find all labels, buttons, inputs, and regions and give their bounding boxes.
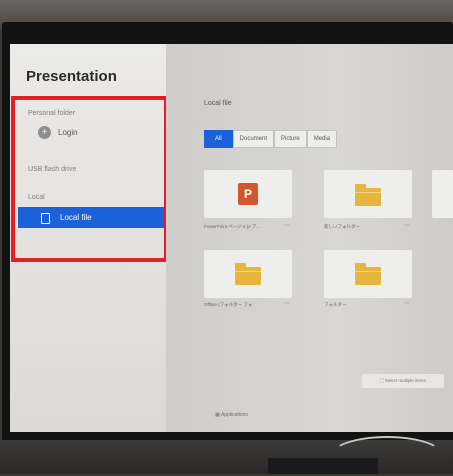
more-options-icon[interactable]: ⋯ <box>284 300 290 307</box>
filter-tab-picture[interactable]: Picture <box>274 130 307 148</box>
select-multiple-label: Select multiple items <box>384 378 426 383</box>
filter-tab-document[interactable]: Document <box>232 130 275 148</box>
cable <box>330 436 444 476</box>
folder-tile[interactable] <box>324 170 412 218</box>
folder-icon <box>355 263 381 285</box>
file-tile-powerpoint[interactable]: P <box>204 170 292 218</box>
file-name: 新しいフォルダー <box>324 224 360 229</box>
applications-label: Applications <box>220 412 248 418</box>
folder-tile-partial[interactable] <box>432 170 453 218</box>
folder-tile[interactable] <box>324 250 412 298</box>
more-options-icon[interactable]: ⋯ <box>404 222 410 229</box>
filter-tab-all[interactable]: All <box>204 130 233 148</box>
main-panel: Local file All Document Picture Media P … <box>166 44 453 432</box>
file-name: PowerPoint ページ 2 (2 ア... <box>204 224 261 229</box>
folder-icon <box>355 184 381 206</box>
file-name: Offline (フォルダー フォ <box>204 302 253 307</box>
powerpoint-icon: P <box>238 183 258 205</box>
app-title: Presentation <box>26 68 117 85</box>
select-multiple-button[interactable]: ⛶ Select multiple items <box>362 374 444 388</box>
more-options-icon[interactable]: ⋯ <box>284 222 290 229</box>
screen: Presentation Personal folder + Login USB… <box>10 44 453 432</box>
more-options-icon[interactable]: ⋯ <box>404 300 410 307</box>
filter-tabs: All Document Picture Media <box>204 130 338 148</box>
folder-icon <box>235 263 261 285</box>
folder-tile[interactable] <box>204 250 292 298</box>
applications-button[interactable]: ▦ Applications <box>10 412 453 418</box>
file-name: フォルダー <box>324 302 347 307</box>
breadcrumb: Local file <box>204 100 232 107</box>
filter-tab-media[interactable]: Media <box>306 130 338 148</box>
annotation-highlight-box <box>11 96 168 262</box>
